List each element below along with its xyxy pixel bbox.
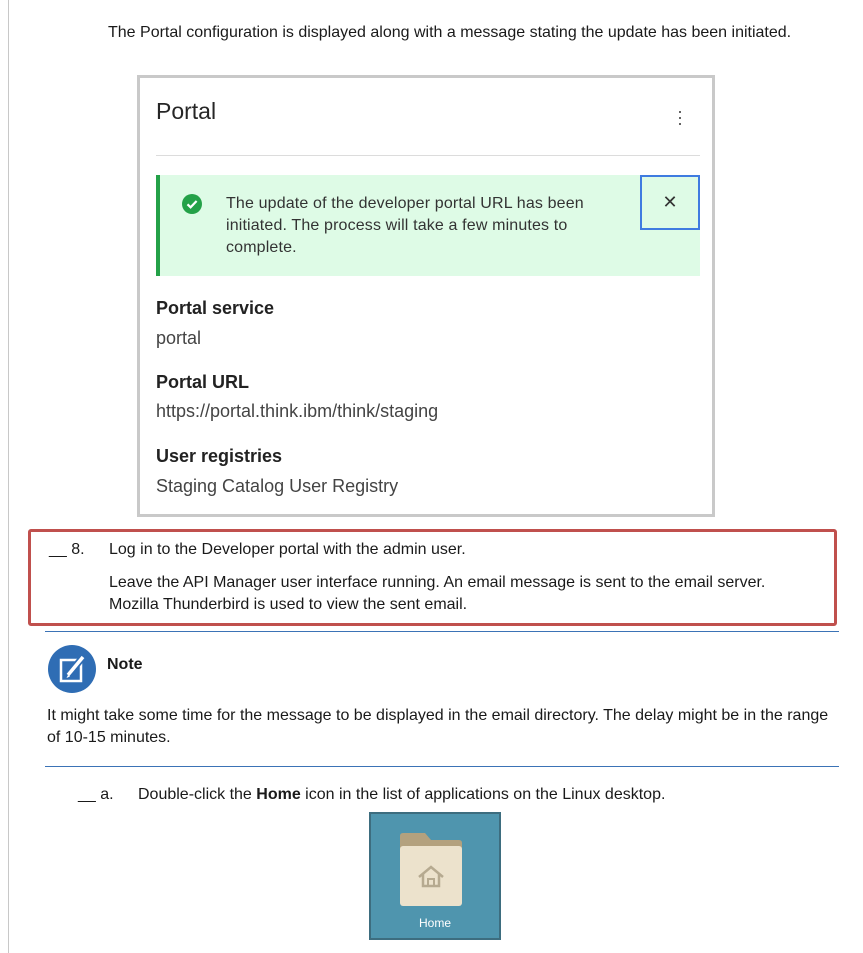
home-folder-icon[interactable] <box>397 830 465 910</box>
step-number: __ 8. <box>49 541 85 558</box>
intro-text: The Portal configuration is displayed al… <box>108 24 792 41</box>
field-value-user-registries: Staging Catalog User Registry <box>156 476 399 496</box>
success-notification: The update of the developer portal URL h… <box>156 175 700 276</box>
note-bottom-rule <box>45 766 839 767</box>
page-border <box>8 0 9 953</box>
note-top-rule <box>45 631 839 632</box>
field-value-portal-url: https://portal.think.ibm/think/staging <box>156 401 439 421</box>
step-detail: Leave the API Manager user interface run… <box>109 574 766 613</box>
field-value-portal-service: portal <box>156 328 202 348</box>
step-instruction: Log in to the Developer portal with the … <box>109 541 466 558</box>
close-button[interactable]: ✕ <box>640 175 700 230</box>
checkmark-icon <box>182 194 202 214</box>
portal-title: Portal <box>156 98 217 124</box>
field-label-portal-service: Portal service <box>156 298 275 318</box>
note-title: Note <box>107 656 143 673</box>
home-icon-label: Home <box>418 916 451 930</box>
substep-bold-home: Home <box>256 786 301 803</box>
notification-message: The update of the developer portal URL h… <box>226 195 584 256</box>
portal-screenshot: Portal The update of the developer porta… <box>137 75 715 517</box>
field-label-portal-url: Portal URL <box>156 372 250 392</box>
step-8-highlight: __ 8. Log in to the Developer portal wit… <box>28 529 837 626</box>
divider <box>156 155 700 156</box>
overflow-menu-icon[interactable] <box>678 111 682 125</box>
note-pencil-icon <box>48 645 96 693</box>
note-body: It might take some time for the message … <box>47 707 829 746</box>
substep-text: Double-click the Home icon in the list o… <box>138 786 666 803</box>
substep-number: __ a. <box>78 786 114 803</box>
field-label-user-registries: User registries <box>156 446 283 466</box>
desktop-screenshot: Home <box>369 812 501 940</box>
